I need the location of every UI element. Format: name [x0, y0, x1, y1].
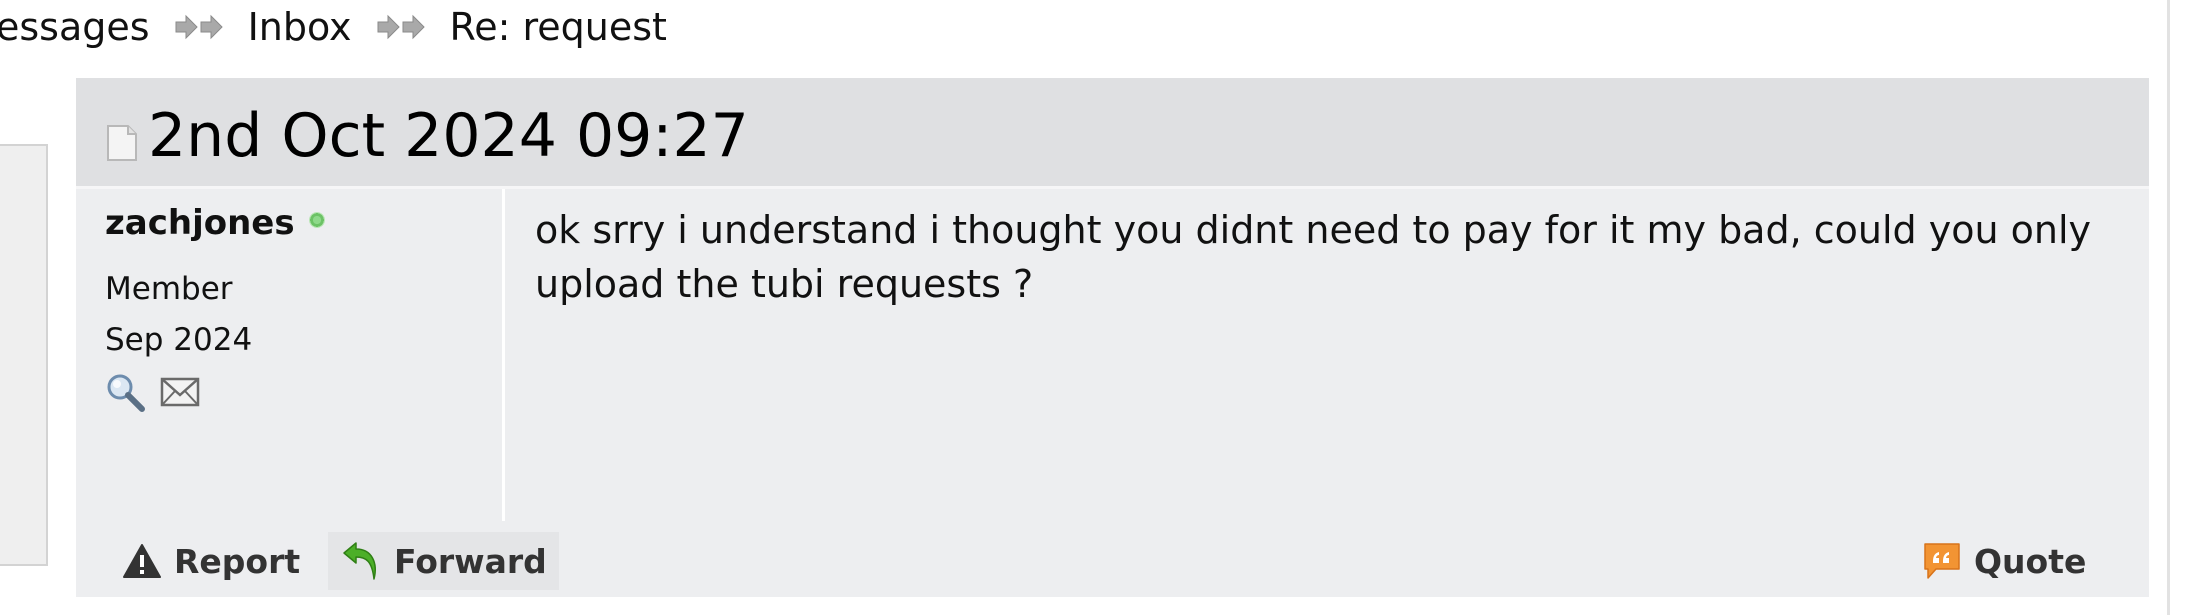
- author-username[interactable]: zachjones: [105, 203, 295, 243]
- report-button[interactable]: Report: [122, 535, 300, 587]
- arrow-separator-icon: [376, 12, 428, 42]
- author-info: zachjones Member Sep 2024: [76, 189, 505, 521]
- online-status-icon: [308, 212, 325, 228]
- author-actions: [104, 371, 200, 413]
- message-header: 2nd Oct 2024 09:27: [76, 78, 2149, 189]
- message-body: ok srry i understand i thought you didnt…: [535, 208, 2092, 306]
- forward-label: Forward: [394, 541, 547, 581]
- quote-button[interactable]: Quote: [1922, 535, 2086, 587]
- breadcrumb-item-inbox[interactable]: Inbox: [244, 5, 356, 49]
- page: essages Inbox Re: request 2nd Oct 2024 0…: [0, 0, 2208, 615]
- quote-icon: [1922, 541, 1962, 581]
- private-message: 2nd Oct 2024 09:27 zachjones Member Sep …: [76, 78, 2149, 597]
- forward-icon: [340, 539, 382, 583]
- author-name-row: zachjones: [105, 203, 325, 243]
- report-label: Report: [174, 541, 301, 581]
- message-actions: Report Forward Quote: [76, 521, 2149, 597]
- document-icon: [106, 124, 138, 166]
- search-icon[interactable]: [104, 371, 146, 413]
- mail-icon[interactable]: [160, 375, 200, 409]
- author-role: Member: [105, 271, 233, 307]
- breadcrumb-item-current: Re: request: [449, 5, 667, 49]
- arrow-separator-icon: [174, 12, 226, 42]
- author-join-date: Sep 2024: [105, 322, 253, 358]
- breadcrumb: essages Inbox Re: request: [0, 2, 671, 52]
- warning-icon: [122, 543, 162, 579]
- sidebar-panel: [0, 144, 48, 566]
- page-edge-divider: [2167, 0, 2170, 615]
- breadcrumb-item-messages[interactable]: essages: [0, 5, 154, 49]
- message-date: 2nd Oct 2024 09:27: [148, 101, 749, 171]
- forward-button[interactable]: Forward: [328, 532, 559, 590]
- quote-label: Quote: [1974, 541, 2087, 581]
